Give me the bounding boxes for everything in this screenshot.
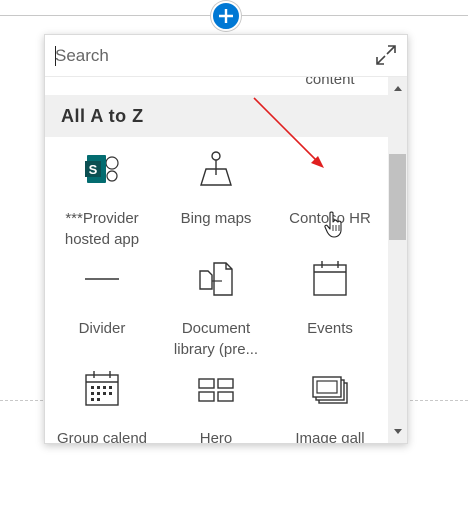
toolbox-item-provider-hosted-app[interactable]: S ***Provider hosted app (45, 145, 159, 255)
expand-icon[interactable] (375, 44, 397, 66)
scroll-down-arrow-icon[interactable] (394, 429, 402, 434)
item-label: Hero (199, 430, 233, 443)
toolbox-search-bar (45, 35, 407, 77)
scroll-up-arrow-icon[interactable] (394, 86, 402, 91)
partial-item-label[interactable]: content (285, 77, 375, 88)
divider-line-icon (85, 278, 119, 280)
toolbox-item-image-gallery[interactable]: Image gall (273, 365, 387, 443)
toolbox-item-hero[interactable]: Hero (159, 365, 273, 443)
section-header: All A to Z (45, 95, 388, 137)
text-caret (55, 46, 56, 66)
calendar-icon (313, 261, 347, 296)
item-label: Contoso HR (289, 210, 371, 227)
svg-text:S: S (89, 162, 98, 177)
sharepoint-app-icon: S (85, 155, 119, 183)
map-pin-icon (200, 151, 232, 186)
plus-circle-icon (219, 9, 233, 23)
hero-layout-icon (198, 378, 234, 402)
search-input[interactable] (55, 43, 355, 69)
item-label: Group calend (56, 430, 148, 443)
section-title: All A to Z (61, 106, 144, 126)
toolbox-item-contoso-hr[interactable]: Contoso HR (273, 145, 387, 255)
item-label: Bing maps (180, 210, 252, 227)
toolbox-item-events[interactable]: Events (273, 255, 387, 365)
image-gallery-icon (312, 376, 348, 404)
add-webpart-button[interactable] (211, 1, 241, 31)
item-label: Image gall (295, 430, 365, 443)
toolbox-item-bing-maps[interactable]: Bing maps (159, 145, 273, 255)
document-library-icon (199, 262, 233, 296)
item-label: Events (307, 320, 353, 337)
toolbox-item-document-library[interactable]: Document library (pre... (159, 255, 273, 365)
group-calendar-icon (85, 371, 119, 406)
toolbox-item-divider[interactable]: Divider (45, 255, 159, 365)
webpart-toolbox-panel: content All A to Z S ***Provider hosted … (44, 34, 408, 444)
toolbox-item-list: content All A to Z S ***Provider hosted … (45, 77, 388, 443)
item-label: Divider (78, 320, 126, 337)
vertical-scrollbar[interactable] (388, 77, 407, 443)
item-label: Document library (pre... (173, 320, 259, 358)
item-label: ***Provider hosted app (64, 210, 140, 248)
toolbox-item-group-calendar[interactable]: Group calend (45, 365, 159, 443)
scrollbar-thumb[interactable] (389, 154, 406, 240)
